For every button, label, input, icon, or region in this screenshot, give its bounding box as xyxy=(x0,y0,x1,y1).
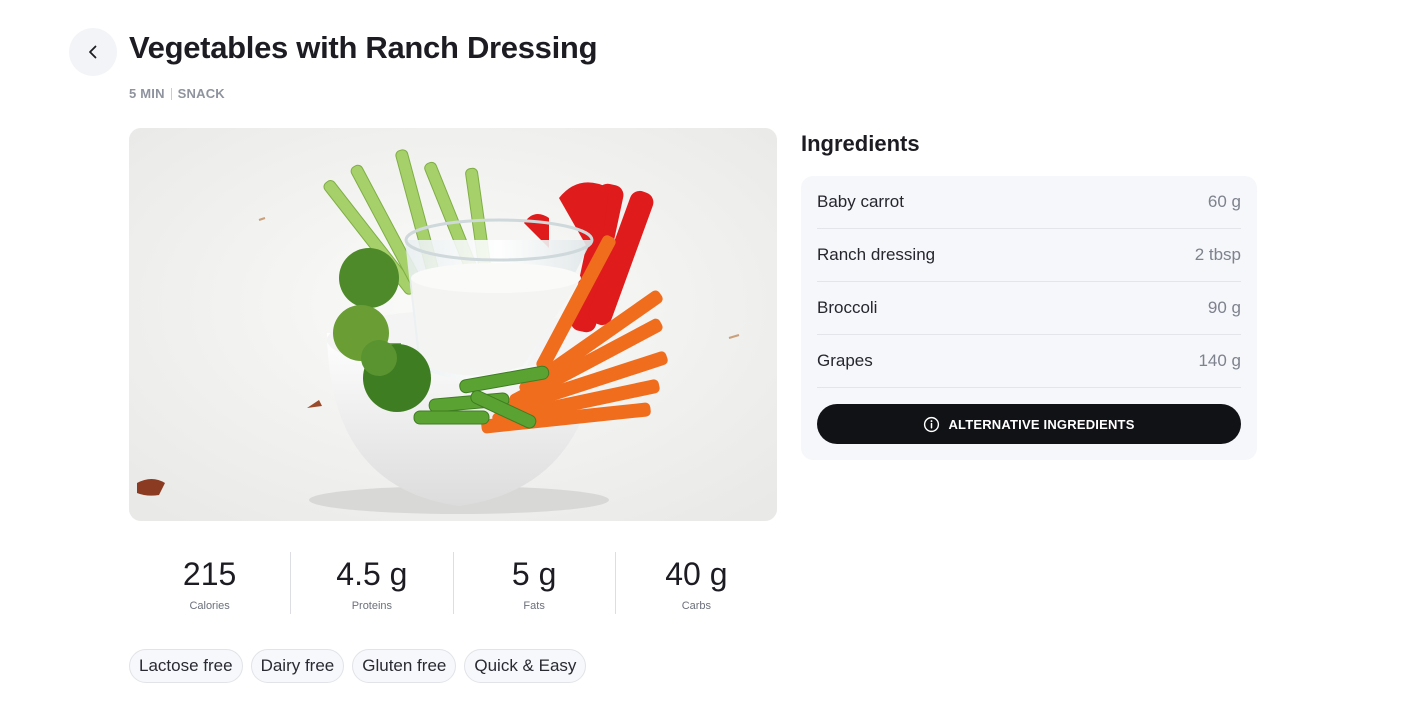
ingredient-amount: 60 g xyxy=(1207,192,1241,211)
nutrition-carbs: 40 g Carbs xyxy=(614,552,777,614)
recipe-page: Vegetables with Ranch Dressing 5 MIN SNA… xyxy=(0,0,1428,708)
nutrition-label: Calories xyxy=(189,600,230,612)
tag-gluten-free[interactable]: Gluten free xyxy=(352,649,457,683)
nutrition-value: 40 g xyxy=(665,556,728,592)
nutrition-proteins: 4.5 g Proteins xyxy=(290,552,452,614)
meta-divider xyxy=(170,88,172,100)
ingredient-name: Baby carrot xyxy=(817,192,904,211)
tag-dairy-free[interactable]: Dairy free xyxy=(250,649,345,683)
ingredients-heading: Ingredients xyxy=(801,131,920,156)
ingredient-name: Grapes xyxy=(817,351,873,370)
chevron-left-icon xyxy=(89,45,97,59)
ingredient-row: Ranch dressing 2 tbsp xyxy=(817,229,1241,282)
nutrition-value: 4.5 g xyxy=(336,556,408,592)
ingredient-name: Broccoli xyxy=(817,298,878,317)
category-label: SNACK xyxy=(177,86,225,101)
page-title: Vegetables with Ranch Dressing xyxy=(129,30,598,65)
nutrition-label: Fats xyxy=(523,600,545,612)
diet-tags: Lactose free Dairy free Gluten free Quic… xyxy=(129,649,587,683)
nutrition-summary: 215 Calories 4.5 g Proteins 5 g Fats 40 … xyxy=(129,552,777,614)
nutrition-fats: 5 g Fats xyxy=(452,552,615,614)
duration-label: 5 MIN xyxy=(129,86,165,101)
recipe-meta: 5 MIN SNACK xyxy=(129,86,225,102)
alternative-ingredients-label: ALTERNATIVE INGREDIENTS xyxy=(948,416,1135,432)
nutrition-value: 5 g xyxy=(511,556,557,592)
tag-lactose-free[interactable]: Lactose free xyxy=(129,649,243,683)
ingredient-row: Grapes 140 g xyxy=(817,335,1241,388)
nutrition-label: Carbs xyxy=(681,600,712,612)
ingredient-amount: 90 g xyxy=(1207,298,1241,317)
nutrition-calories: 215 Calories xyxy=(129,552,290,614)
back-button[interactable] xyxy=(69,28,117,76)
ingredient-amount: 2 tbsp xyxy=(1194,245,1241,264)
tag-quick-easy[interactable]: Quick & Easy xyxy=(464,649,587,683)
nutrition-label: Proteins xyxy=(351,600,393,612)
alternative-ingredients-button[interactable]: ALTERNATIVE INGREDIENTS xyxy=(817,404,1241,444)
ingredient-amount: 140 g xyxy=(1198,351,1241,370)
ingredient-name: Ranch dressing xyxy=(817,245,936,264)
nutrition-value: 215 xyxy=(182,556,237,592)
vegetables-with-dip-image xyxy=(129,128,777,521)
ingredient-row: Broccoli 90 g xyxy=(817,282,1241,335)
ingredients-card: Baby carrot 60 g Ranch dressing 2 tbsp B… xyxy=(801,176,1257,460)
recipe-photo xyxy=(129,128,777,521)
info-circle-icon xyxy=(924,416,940,432)
ingredient-row: Baby carrot 60 g xyxy=(817,176,1241,229)
